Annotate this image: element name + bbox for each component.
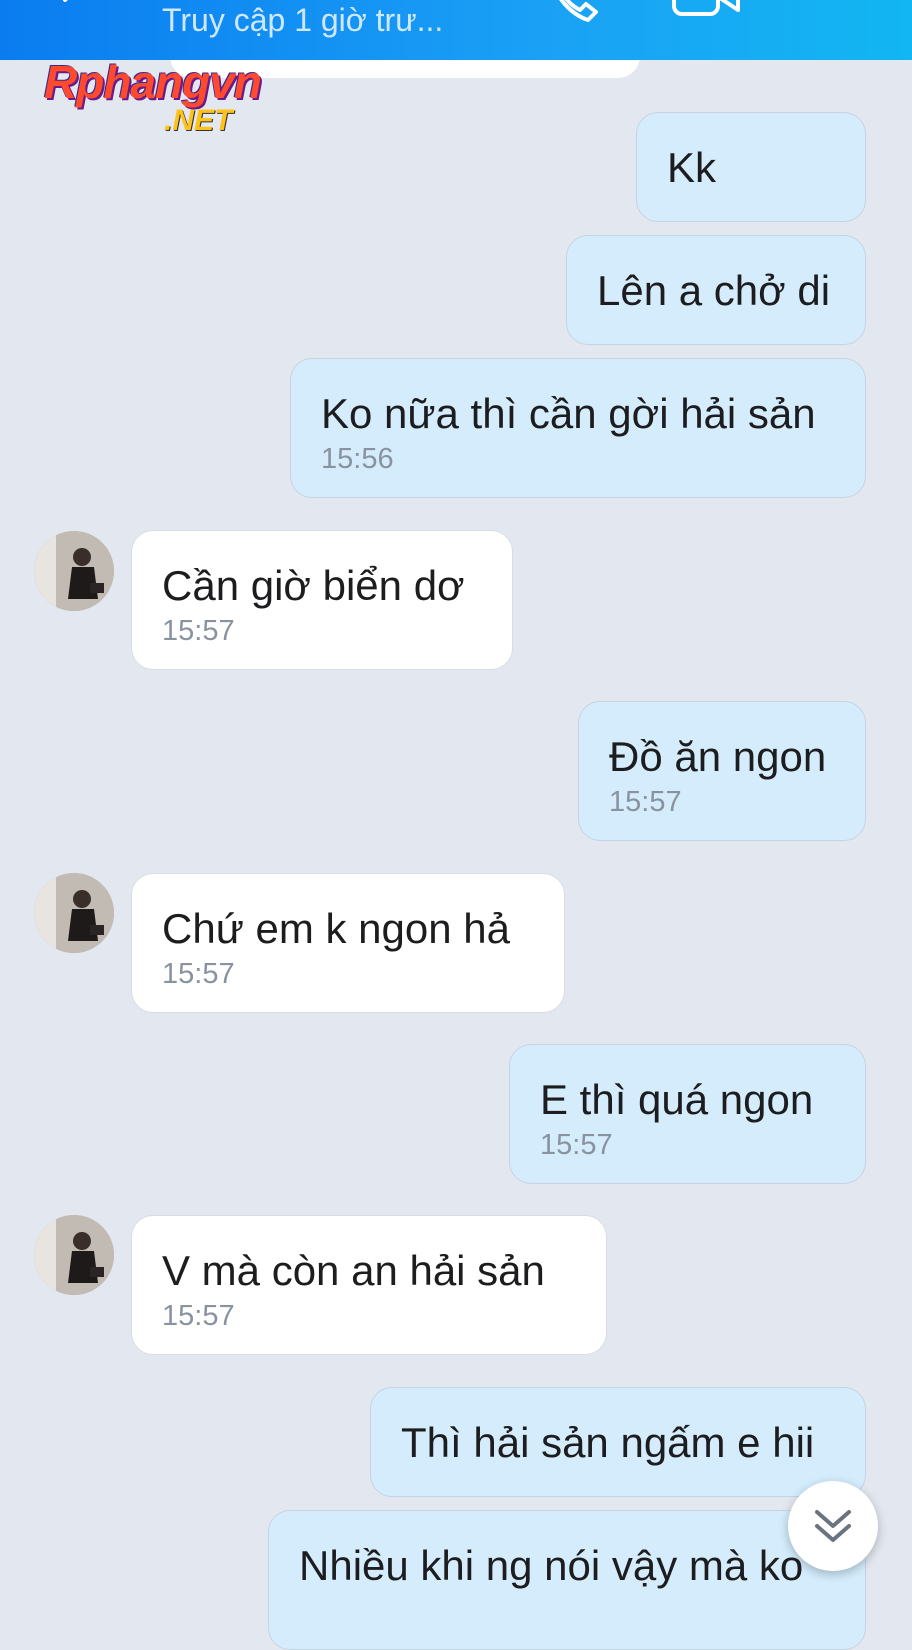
message-time: 15:57 <box>162 615 235 647</box>
message-time: 15:57 <box>162 958 235 990</box>
menu-icon[interactable] <box>812 0 874 20</box>
message-time: 15:57 <box>162 1300 235 1332</box>
message-text: Nhiều khi ng nói vậy mà ko <box>299 1542 804 1589</box>
outgoing-message[interactable]: Đồ ăn ngon 15:57 <box>578 701 866 841</box>
phone-call-icon[interactable] <box>548 0 604 24</box>
outgoing-message[interactable]: Nhiều khi ng nói vậy mà ko <box>268 1510 866 1650</box>
avatar-photo-icon <box>34 1215 114 1295</box>
contact-avatar[interactable] <box>34 873 114 953</box>
message-text: V mà còn an hải sản <box>162 1247 545 1294</box>
back-arrow-icon[interactable] <box>55 0 95 18</box>
message-time: 15:56 <box>321 443 394 475</box>
watermark-sub-text: .NET <box>164 104 233 137</box>
scroll-to-bottom-button[interactable] <box>788 1481 878 1571</box>
message-text: E thì quá ngon <box>540 1076 814 1123</box>
avatar-photo-icon <box>34 873 114 953</box>
message-text: Thì hải sản ngấm e hii <box>401 1419 815 1466</box>
outgoing-message[interactable]: Kk <box>636 112 866 222</box>
outgoing-message[interactable]: Thì hải sản ngấm e hii <box>370 1387 866 1497</box>
message-time: 15:57 <box>609 786 682 818</box>
outgoing-message[interactable]: E thì quá ngon 15:57 <box>509 1044 866 1184</box>
incoming-message[interactable]: Cần giờ biển dơ 15:57 <box>131 530 513 670</box>
video-call-icon[interactable] <box>672 0 742 20</box>
double-chevron-down-icon <box>815 1510 851 1542</box>
incoming-message[interactable]: V mà còn an hải sản 15:57 <box>131 1215 607 1355</box>
message-text: Ko nữa thì cần gời hải sản <box>321 390 816 437</box>
outgoing-message[interactable]: Lên a chở di <box>566 235 866 345</box>
message-text: Chứ em k ngon hả <box>162 905 510 952</box>
message-time: 15:57 <box>540 1129 613 1161</box>
message-text: Lên a chở di <box>597 267 831 314</box>
message-text: Kk <box>667 144 717 191</box>
message-text: Đồ ăn ngon <box>609 733 827 780</box>
contact-avatar[interactable] <box>34 531 114 611</box>
contact-status: Truy cập 1 giờ trư... <box>162 2 444 38</box>
outgoing-message[interactable]: Ko nữa thì cần gời hải sản 15:56 <box>290 358 866 498</box>
chat-header: Truy cập 1 giờ trư... <box>0 0 912 60</box>
message-text: Cần giờ biển dơ <box>162 562 465 609</box>
watermark-main-text: Rphangvn <box>44 56 262 108</box>
watermark-logo: Rphangvn .NET <box>44 56 262 137</box>
incoming-message[interactable]: Chứ em k ngon hả 15:57 <box>131 873 565 1013</box>
avatar-photo-icon <box>34 531 114 611</box>
contact-avatar[interactable] <box>34 1215 114 1295</box>
